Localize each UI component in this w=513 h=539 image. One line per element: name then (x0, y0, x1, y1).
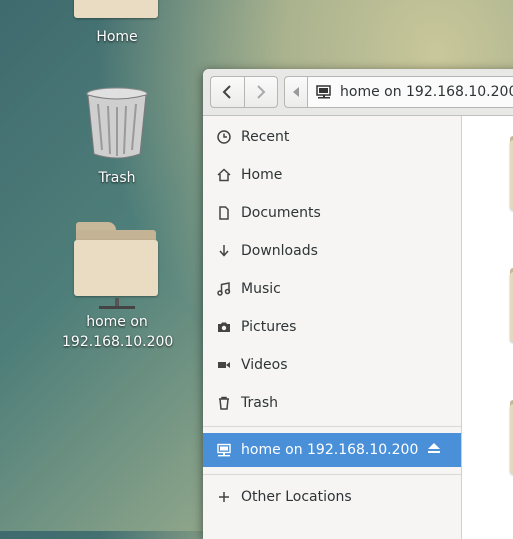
home-icon (217, 168, 231, 182)
path-scroll-left-button[interactable] (285, 77, 308, 107)
file-manager-window: home on 192.168.10.200 Recent Home Docum… (203, 69, 513, 539)
desktop-icon-label: home on 192.168.10.200 (62, 314, 174, 350)
path-crumb-current[interactable]: home on 192.168.10.200 (308, 77, 513, 107)
sidebar-item-label: Videos (241, 357, 288, 373)
video-icon (217, 358, 231, 372)
sidebar-item-videos[interactable]: Videos (203, 348, 461, 382)
path-bar: home on 192.168.10.200 (284, 76, 513, 108)
path-crumb-label: home on 192.168.10.200 (340, 84, 513, 100)
plus-icon (217, 490, 231, 504)
triangle-left-icon (293, 87, 299, 97)
sidebar-item-downloads[interactable]: Downloads (203, 234, 461, 268)
sidebar-item-label: Documents (241, 205, 321, 221)
document-icon (217, 206, 231, 220)
desktop-icon-trash[interactable]: Trash (62, 86, 172, 188)
chevron-right-icon (257, 85, 266, 99)
sidebar-item-pictures[interactable]: Pictures (203, 310, 461, 344)
sidebar-item-trash[interactable]: Trash (203, 386, 461, 420)
chevron-left-icon (222, 85, 231, 99)
sidebar-item-home[interactable]: Home (203, 158, 461, 192)
desktop-icon-home[interactable]: Home (62, 0, 172, 47)
sidebar-item-label: Downloads (241, 243, 318, 259)
file-view (462, 116, 513, 539)
sidebar-item-label: Home (241, 167, 283, 183)
folder-icon (74, 0, 160, 20)
clock-icon (217, 130, 231, 144)
trash-icon (217, 396, 231, 410)
sidebar-separator (203, 474, 461, 475)
sidebar-separator (203, 426, 461, 427)
places-sidebar: Recent Home Documents Downloads Music Pi… (203, 116, 462, 539)
desktop-icon-label: Home (96, 29, 138, 45)
camera-icon (217, 320, 231, 334)
sidebar-item-label: Pictures (241, 319, 297, 335)
sidebar-item-music[interactable]: Music (203, 272, 461, 306)
sidebar-item-documents[interactable]: Documents (203, 196, 461, 230)
network-folder-icon (74, 222, 160, 312)
sidebar-item-label: Music (241, 281, 281, 297)
network-drive-icon (217, 443, 231, 457)
sidebar-item-recent[interactable]: Recent (203, 120, 461, 154)
forward-button[interactable] (243, 77, 278, 107)
desktop-icon-network-home[interactable]: home on 192.168.10.200 (62, 222, 174, 352)
header-bar: home on 192.168.10.200 (203, 69, 513, 116)
network-drive-icon (316, 85, 331, 99)
eject-icon[interactable] (427, 442, 441, 458)
sidebar-item-other-locations[interactable]: Other Locations (203, 480, 461, 514)
back-button[interactable] (211, 77, 244, 107)
sidebar-item-label: Recent (241, 129, 290, 145)
sidebar-item-label: Trash (241, 395, 278, 411)
sidebar-item-label: Other Locations (241, 489, 352, 505)
desktop-icon-label: Trash (98, 170, 136, 186)
download-icon (217, 244, 231, 258)
music-icon (217, 282, 231, 296)
trash-bin-icon (86, 87, 148, 159)
sidebar-item-network-home[interactable]: home on 192.168.10.200 (203, 433, 461, 467)
sidebar-item-label: home on 192.168.10.200 (241, 442, 419, 458)
navigation-buttons (210, 76, 278, 108)
